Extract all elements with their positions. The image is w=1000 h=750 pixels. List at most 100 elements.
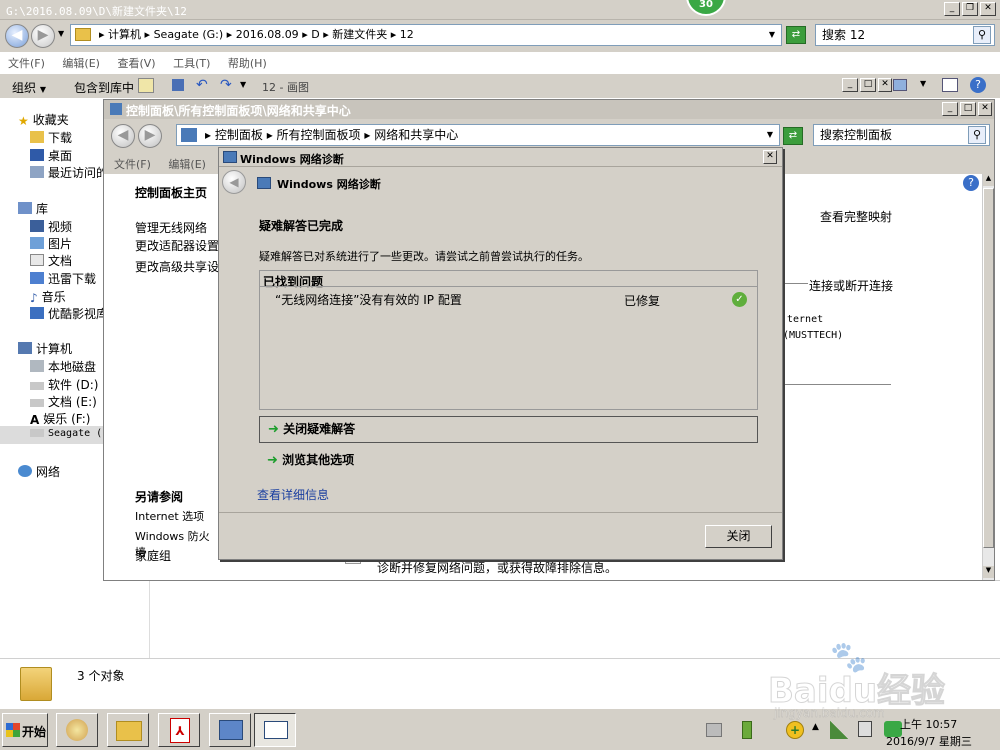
quick-access-dropdown-icon[interactable]: ▼ <box>240 80 246 89</box>
sidebar-item-drive-f[interactable]: A 娱乐 (F:) <box>30 410 91 427</box>
paint-minimize-button[interactable]: _ <box>842 78 858 92</box>
preview-pane-icon[interactable] <box>942 78 958 92</box>
cp-crumb[interactable]: ▸ 网络和共享中心 <box>364 128 458 142</box>
connect-disconnect-link[interactable]: 连接或断开连接 <box>809 277 893 294</box>
explore-options-option[interactable]: ➜ 浏览其他选项 <box>259 448 758 475</box>
view-dropdown-icon[interactable]: ▼ <box>920 79 926 88</box>
control-panel-titlebar[interactable]: 控制面板\所有控制面板项\网络和共享中心 _ □ ✕ <box>104 100 994 119</box>
tray-expand-icon[interactable]: ▲ <box>812 722 819 732</box>
restore-button[interactable]: ❐ <box>962 2 978 16</box>
cp-link-wireless[interactable]: 管理无线网络 <box>135 219 207 236</box>
menu-help[interactable]: 帮助(H) <box>228 57 267 70</box>
start-button[interactable]: 开始 <box>2 713 48 747</box>
scroll-down-icon[interactable]: ▼ <box>983 566 994 578</box>
sidebar-item-downloads[interactable]: 下载 <box>30 129 72 146</box>
address-dropdown-icon[interactable]: ▼ <box>769 25 775 45</box>
sidebar-item-recent[interactable]: 最近访问的 <box>30 164 108 181</box>
sidebar-item-xunlei[interactable]: 迅雷下载 <box>30 270 96 287</box>
scroll-thumb[interactable] <box>983 188 994 548</box>
cp-home-link[interactable]: 控制面板主页 <box>135 184 207 201</box>
cp-address-field[interactable]: ▸ 控制面板 ▸ 所有控制面板项 ▸ 网络和共享中心 ▼ <box>176 124 780 146</box>
save-icon[interactable] <box>172 79 184 91</box>
explorer-titlebar[interactable]: G:\2016.08.09\D\新建文件夹\12 30 _ ❐ ✕ <box>0 0 1000 20</box>
cp-menu-edit[interactable]: 编辑(E) <box>168 158 206 171</box>
sidebar-computer[interactable]: 计算机 <box>18 340 72 357</box>
cp-crumb[interactable]: ▸ 所有控制面板项 <box>267 128 361 142</box>
cp-search-input[interactable]: 搜索控制面板 ⚲ <box>813 124 990 146</box>
cp-link-sharing[interactable]: 更改高级共享设 <box>135 258 219 275</box>
search-icon[interactable]: ⚲ <box>968 126 986 144</box>
cp-forward-button[interactable]: ▶ <box>138 124 162 148</box>
view-options-icon[interactable] <box>893 79 907 91</box>
menu-edit[interactable]: 编辑(E) <box>62 57 100 70</box>
dialog-close-icon[interactable]: ✕ <box>763 150 777 164</box>
sidebar-network[interactable]: 网络 <box>18 463 60 480</box>
taskbar-pdf-app[interactable]: ⅄ <box>158 713 200 747</box>
close-button[interactable]: 关闭 <box>705 525 772 548</box>
clock-time[interactable]: 上午 10:57 <box>900 716 957 732</box>
sidebar-favorites[interactable]: ★ 收藏夹 <box>18 111 69 128</box>
paint-close-button[interactable]: ✕ <box>878 78 892 92</box>
cp-minimize-button[interactable]: _ <box>942 102 958 116</box>
sidebar-item-seagate[interactable]: Seagate ( <box>0 426 103 444</box>
address-field[interactable]: ▸ 计算机 ▸ Seagate (G:) ▸ 2016.08.09 ▸ D ▸ … <box>70 24 782 46</box>
cp-link-adapter[interactable]: 更改适配器设置 <box>135 237 219 254</box>
minimize-button[interactable]: _ <box>944 2 960 16</box>
address-crumb[interactable]: ▸ Seagate (G:) <box>145 28 224 41</box>
cp-back-button[interactable]: ◀ <box>111 124 135 148</box>
view-details-link[interactable]: 查看详细信息 <box>257 486 329 503</box>
search-input[interactable]: 搜索 12 ⚲ <box>815 24 995 46</box>
usb-device-icon[interactable] <box>742 721 752 739</box>
sidebar-item-drive-d[interactable]: 软件 (D:) <box>30 376 98 393</box>
wifi-signal-icon[interactable] <box>830 721 848 739</box>
cp-close-button[interactable]: ✕ <box>978 102 992 116</box>
view-full-map-link[interactable]: 查看完整映射 <box>820 208 892 225</box>
cp-address-dropdown-icon[interactable]: ▼ <box>767 125 773 145</box>
taskbar-diagnostics-app[interactable] <box>254 713 296 747</box>
sidebar-item-drive-e[interactable]: 文档 (E:) <box>30 393 97 410</box>
address-crumb[interactable]: ▸ 2016.08.09 <box>227 28 299 41</box>
security-shield-icon[interactable]: + <box>786 721 804 739</box>
sidebar-item-videos[interactable]: 视频 <box>30 218 72 235</box>
sidebar-item-youku[interactable]: 优酷影视库 <box>30 305 108 322</box>
cp-crumb[interactable]: ▸ 控制面板 <box>205 128 263 142</box>
search-icon[interactable]: ⚲ <box>973 26 991 44</box>
troubleshoot-description[interactable]: 诊断并修复网络问题，或获得故障排除信息。 <box>377 559 617 576</box>
sidebar-item-pictures[interactable]: 图片 <box>30 235 72 252</box>
taskbar-explorer-app[interactable] <box>107 713 149 747</box>
address-crumb[interactable]: ▸ 12 <box>391 28 414 41</box>
cp-refresh-icon[interactable]: ⇄ <box>783 127 803 145</box>
sidebar-item-local-disk[interactable]: 本地磁盘 <box>30 358 96 375</box>
sidebar-item-documents[interactable]: 文档 <box>30 252 72 269</box>
taskbar-paint-app[interactable] <box>56 713 98 747</box>
organize-button[interactable]: 组织 ▼ <box>12 79 46 96</box>
paint-titlebar[interactable]: ↶ ↷ ▼ 12 - 画图 _ □ ✕ <box>136 76 892 96</box>
close-button[interactable]: ✕ <box>980 2 996 16</box>
refresh-icon[interactable]: ⇄ <box>786 26 806 44</box>
menu-tools[interactable]: 工具(T) <box>173 57 210 70</box>
back-button[interactable]: ◀ <box>5 24 29 48</box>
dialog-back-button[interactable]: ◀ <box>222 170 246 194</box>
address-crumb[interactable]: ▸ 计算机 <box>99 28 141 41</box>
see-also-homegroup[interactable]: 家庭组 <box>135 547 171 564</box>
history-dropdown-icon[interactable]: ▼ <box>58 29 64 38</box>
taskbar-network-app[interactable] <box>209 713 251 747</box>
scroll-up-icon[interactable]: ▲ <box>983 174 994 186</box>
menu-view[interactable]: 查看(V) <box>117 57 155 70</box>
close-troubleshooter-option[interactable]: ➜ 关闭疑难解答 <box>259 416 758 443</box>
dialog-titlebar[interactable]: Windows 网络诊断 ✕ <box>219 148 782 167</box>
redo-icon[interactable]: ↷ <box>220 77 232 93</box>
cp-scrollbar[interactable]: ▲ ▼ <box>982 174 994 580</box>
sidebar-libraries[interactable]: 库 <box>18 200 48 217</box>
sidebar-item-desktop[interactable]: 桌面 <box>30 147 72 164</box>
sidebar-item-music[interactable]: ♪ 音乐 <box>30 288 66 305</box>
menu-file[interactable]: 文件(F) <box>8 57 45 70</box>
cp-restore-button[interactable]: □ <box>960 102 976 116</box>
see-also-internet-options[interactable]: Internet 选项 <box>135 508 204 524</box>
include-in-library-button[interactable]: 包含到库中 <box>74 79 134 96</box>
volume-icon[interactable] <box>858 721 872 737</box>
help-icon[interactable]: ? <box>970 77 986 93</box>
cp-help-icon[interactable]: ? <box>963 175 979 191</box>
keyboard-icon[interactable] <box>706 723 722 737</box>
paint-restore-button[interactable]: □ <box>860 78 876 92</box>
